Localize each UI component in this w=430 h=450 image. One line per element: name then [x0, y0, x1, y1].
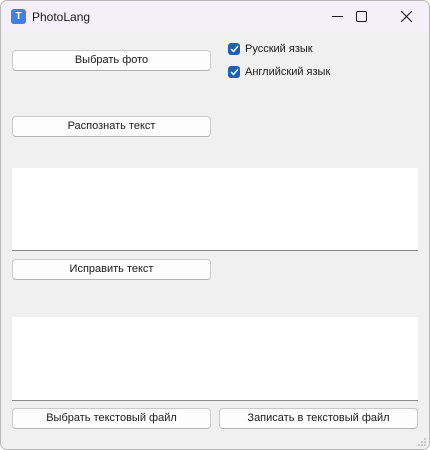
write-text-file-button[interactable]: Записать в текстовый файл — [219, 408, 418, 429]
choose-text-file-button[interactable]: Выбрать текстовый файл — [12, 408, 211, 429]
checkbox-checked-icon[interactable] — [228, 43, 240, 55]
maximize-button[interactable] — [338, 1, 384, 32]
resize-grip-icon[interactable] — [418, 438, 426, 446]
app-window: T PhotoLang Выбрать фото Русский язык Ан… — [0, 0, 430, 450]
window-title: PhotoLang — [32, 10, 91, 24]
close-icon — [400, 11, 412, 22]
recognize-text-button[interactable]: Распознать текст — [12, 116, 211, 137]
corrected-text-area[interactable] — [12, 317, 418, 401]
russian-language-checkbox[interactable]: Русский язык — [228, 42, 313, 56]
english-language-checkbox[interactable]: Английский язык — [228, 65, 330, 79]
maximize-icon — [355, 11, 367, 22]
app-icon: T — [11, 9, 26, 24]
english-language-label: Английский язык — [245, 66, 331, 78]
recognized-text-area[interactable] — [12, 168, 418, 251]
title-bar[interactable]: T PhotoLang — [1, 1, 429, 32]
fix-text-button[interactable]: Исправить текст — [12, 259, 211, 280]
russian-language-label: Русский язык — [245, 43, 313, 55]
checkbox-checked-icon[interactable] — [228, 66, 240, 78]
close-button[interactable] — [383, 1, 429, 32]
choose-photo-button[interactable]: Выбрать фото — [12, 50, 211, 71]
